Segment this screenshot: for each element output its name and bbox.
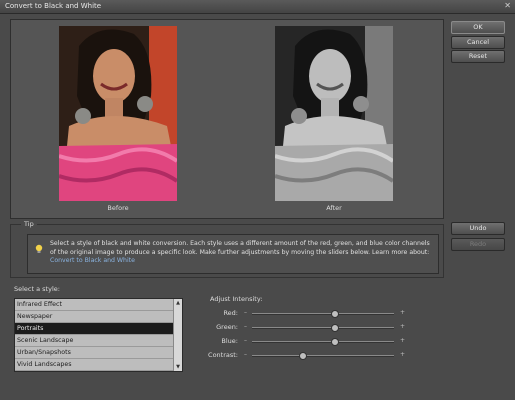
lightbulb-icon [35, 244, 43, 253]
style-item-vivid-landscapes[interactable]: Vivid Landscapes [15, 359, 173, 371]
red-slider[interactable] [252, 310, 394, 318]
red-slider-label: Red: [223, 309, 238, 317]
scroll-down-icon[interactable]: ▼ [174, 363, 182, 371]
blue-plus-icon: + [400, 337, 406, 344]
contrast-slider-label: Contrast: [208, 351, 238, 359]
style-item-newspaper[interactable]: Newspaper [15, 311, 173, 323]
title-bar: Convert to Black and White ✕ [0, 0, 515, 14]
tip-content: Select a style of black and white conver… [27, 234, 439, 274]
red-plus-icon: + [400, 309, 406, 316]
window-title: Convert to Black and White [5, 2, 102, 10]
preview-panel: Before After [10, 19, 444, 219]
ok-button[interactable]: OK [451, 21, 505, 34]
blue-slider-label: Blue: [221, 337, 238, 345]
close-icon[interactable]: ✕ [504, 1, 511, 10]
select-style-label: Select a style: [14, 285, 60, 293]
style-list-scrollbar[interactable]: ▲ ▼ [173, 299, 182, 371]
before-image [59, 26, 177, 201]
learn-more-link[interactable]: Convert to Black and White [50, 257, 135, 264]
before-caption: Before [107, 204, 129, 212]
contrast-slider-thumb[interactable] [298, 352, 307, 360]
reset-button[interactable]: Reset [451, 50, 505, 63]
contrast-plus-icon: + [400, 351, 406, 358]
tip-text: Select a style of black and white conver… [50, 240, 433, 266]
blue-slider[interactable] [252, 338, 394, 346]
cancel-button[interactable]: Cancel [451, 36, 505, 49]
green-slider-label: Green: [216, 323, 238, 331]
contrast-slider[interactable] [252, 352, 394, 360]
style-item-urban-snapshots[interactable]: Urban/Snapshots [15, 347, 173, 359]
red-minus-icon: – [244, 309, 247, 316]
style-item-infrared[interactable]: Infrared Effect [15, 299, 173, 311]
adjust-intensity-label: Adjust Intensity: [210, 295, 263, 303]
tip-legend: Tip [21, 220, 37, 228]
style-item-portraits[interactable]: Portraits [15, 323, 173, 335]
green-slider[interactable] [252, 324, 394, 332]
style-item-scenic-landscape[interactable]: Scenic Landscape [15, 335, 173, 347]
style-list[interactable]: Infrared Effect Newspaper Portraits Scen… [14, 298, 183, 372]
undo-button[interactable]: Undo [451, 222, 505, 235]
green-minus-icon: – [244, 323, 247, 330]
redo-button: Redo [451, 238, 505, 251]
after-image [275, 26, 393, 201]
tip-box: Tip Select a style of black and white co… [10, 220, 444, 278]
after-caption: After [326, 204, 342, 212]
blue-slider-thumb[interactable] [331, 338, 340, 346]
tip-body: Select a style of black and white conver… [50, 240, 430, 256]
scroll-up-icon[interactable]: ▲ [174, 299, 182, 307]
green-plus-icon: + [400, 323, 406, 330]
red-slider-thumb[interactable] [331, 310, 340, 318]
blue-minus-icon: – [244, 337, 247, 344]
contrast-minus-icon: – [244, 351, 247, 358]
green-slider-thumb[interactable] [331, 324, 340, 332]
